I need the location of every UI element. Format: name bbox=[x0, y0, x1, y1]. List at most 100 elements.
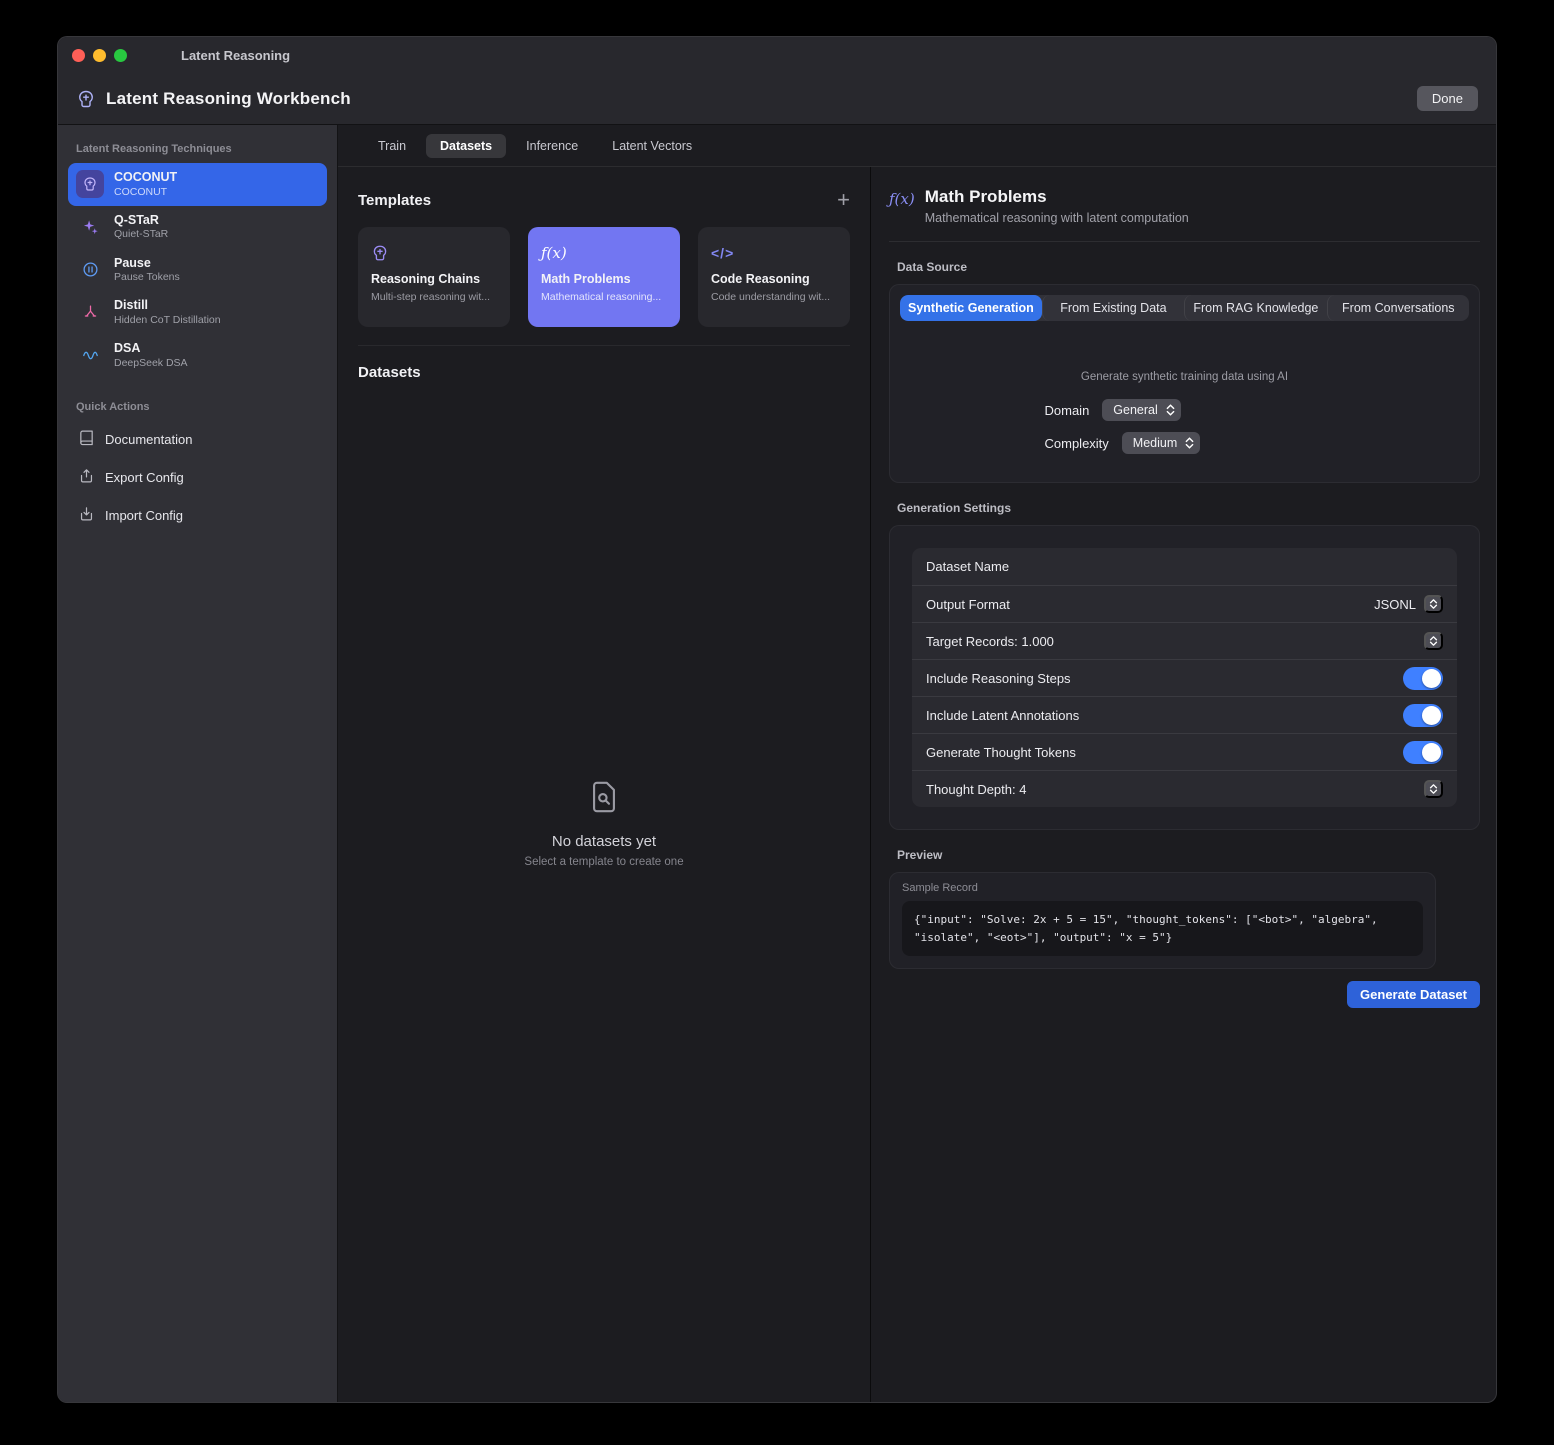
import-config-button[interactable]: Import Config bbox=[68, 497, 327, 535]
tab-latent-vectors[interactable]: Latent Vectors bbox=[598, 134, 706, 158]
preview-label: Preview bbox=[897, 848, 1480, 862]
export-icon bbox=[78, 467, 95, 489]
include-latent-annotations-toggle[interactable] bbox=[1403, 704, 1443, 727]
sidebar-item-qstar[interactable]: Q-STaR Quiet-STaR bbox=[68, 206, 327, 249]
app-header: Latent Reasoning Workbench Done bbox=[58, 73, 1496, 125]
template-card-math-problems[interactable]: ƒ(x) Math Problems Mathematical reasonin… bbox=[528, 227, 680, 327]
export-config-button[interactable]: Export Config bbox=[68, 459, 327, 497]
include-reasoning-steps-label: Include Reasoning Steps bbox=[926, 671, 1403, 686]
tab-inference[interactable]: Inference bbox=[512, 134, 592, 158]
code-icon: </> bbox=[711, 240, 837, 266]
target-records-row: Target Records: 1.000 bbox=[912, 622, 1457, 659]
output-format-label: Output Format bbox=[926, 597, 1374, 612]
target-records-label: Target Records: 1.000 bbox=[926, 634, 1424, 649]
quick-action-label: Export Config bbox=[105, 470, 184, 485]
detail-title: Math Problems bbox=[925, 187, 1189, 207]
minimize-window-button[interactable] bbox=[93, 49, 106, 62]
technique-title: DSA bbox=[114, 341, 188, 357]
technique-subtitle: Pause Tokens bbox=[114, 271, 180, 284]
sidebar-section-title: Latent Reasoning Techniques bbox=[68, 137, 327, 163]
empty-title: No datasets yet bbox=[552, 833, 656, 850]
sample-record-code: {"input": "Solve: 2x + 5 = 15", "thought… bbox=[902, 901, 1423, 956]
complexity-dropdown[interactable]: Medium bbox=[1122, 432, 1200, 454]
template-card-code-reasoning[interactable]: </> Code Reasoning Code understanding wi… bbox=[698, 227, 850, 327]
technique-title: Q-STaR bbox=[114, 213, 168, 229]
window-title: Latent Reasoning bbox=[181, 48, 290, 63]
add-template-button[interactable]: + bbox=[837, 189, 850, 211]
technique-subtitle: DeepSeek DSA bbox=[114, 357, 188, 370]
segment-from-conversations[interactable]: From Conversations bbox=[1327, 295, 1469, 321]
tab-train[interactable]: Train bbox=[364, 134, 420, 158]
include-latent-annotations-row: Include Latent Annotations bbox=[912, 696, 1457, 733]
generate-dataset-button[interactable]: Generate Dataset bbox=[1347, 981, 1480, 1008]
wave-icon bbox=[76, 341, 104, 369]
output-format-value: JSONL bbox=[1374, 597, 1416, 612]
split-icon bbox=[76, 299, 104, 327]
template-title: Math Problems bbox=[541, 272, 667, 286]
template-card-reasoning-chains[interactable]: Reasoning Chains Multi-step reasoning wi… bbox=[358, 227, 510, 327]
titlebar: Latent Reasoning bbox=[58, 37, 1496, 73]
sidebar-item-coconut[interactable]: COCONUT COCONUT bbox=[68, 163, 327, 206]
target-records-stepper[interactable] bbox=[1424, 632, 1443, 650]
quick-action-label: Import Config bbox=[105, 508, 183, 523]
include-reasoning-steps-toggle[interactable] bbox=[1403, 667, 1443, 690]
generate-thought-tokens-label: Generate Thought Tokens bbox=[926, 745, 1403, 760]
fx-icon: ƒ(x) bbox=[889, 190, 915, 208]
preview-card: Sample Record {"input": "Solve: 2x + 5 =… bbox=[889, 872, 1436, 969]
brain-icon bbox=[76, 89, 96, 109]
app-window: Latent Reasoning Latent Reasoning Workbe… bbox=[57, 36, 1497, 1403]
segment-synthetic-generation[interactable]: Synthetic Generation bbox=[900, 295, 1042, 321]
generate-thought-tokens-toggle[interactable] bbox=[1403, 741, 1443, 764]
output-format-dropdown[interactable] bbox=[1424, 595, 1443, 613]
dataset-detail-panel: ƒ(x) Math Problems Mathematical reasonin… bbox=[871, 167, 1496, 1402]
done-button[interactable]: Done bbox=[1417, 86, 1478, 111]
sidebar-item-dsa[interactable]: DSA DeepSeek DSA bbox=[68, 334, 327, 377]
domain-label: Domain bbox=[1045, 403, 1090, 418]
detail-subtitle: Mathematical reasoning with latent compu… bbox=[925, 211, 1189, 225]
complexity-label: Complexity bbox=[1045, 436, 1109, 451]
generation-settings-card: Output Format JSONL Target Records: 1.00… bbox=[889, 525, 1480, 830]
technique-title: Distill bbox=[114, 298, 221, 314]
sidebar-item-pause[interactable]: Pause Pause Tokens bbox=[68, 249, 327, 292]
empty-subtitle: Select a template to create one bbox=[524, 856, 683, 868]
templates-title: Templates bbox=[358, 192, 431, 209]
domain-dropdown[interactable]: General bbox=[1102, 399, 1180, 421]
segment-from-rag-knowledge[interactable]: From RAG Knowledge bbox=[1184, 295, 1326, 321]
sidebar-item-distill[interactable]: Distill Hidden CoT Distillation bbox=[68, 291, 327, 334]
data-source-segmented-control: Synthetic Generation From Existing Data … bbox=[900, 295, 1469, 321]
brain-icon bbox=[76, 170, 104, 198]
template-subtitle: Mathematical reasoning... bbox=[541, 291, 667, 303]
templates-panel: Templates + Reasoning C bbox=[338, 167, 871, 1402]
tabbar: Train Datasets Inference Latent Vectors bbox=[338, 125, 1496, 167]
data-source-card: Synthetic Generation From Existing Data … bbox=[889, 284, 1480, 483]
generation-settings-label: Generation Settings bbox=[897, 501, 1480, 515]
technique-subtitle: COCONUT bbox=[114, 186, 177, 199]
zoom-window-button[interactable] bbox=[114, 49, 127, 62]
import-icon bbox=[78, 505, 95, 527]
datasets-empty-state: No datasets yet Select a template to cre… bbox=[358, 381, 850, 1386]
technique-title: Pause bbox=[114, 256, 180, 272]
technique-title: COCONUT bbox=[114, 170, 177, 186]
close-window-button[interactable] bbox=[72, 49, 85, 62]
tab-datasets[interactable]: Datasets bbox=[426, 134, 506, 158]
chevron-up-down-icon bbox=[1185, 437, 1194, 449]
template-title: Code Reasoning bbox=[711, 272, 837, 286]
documentation-button[interactable]: Documentation bbox=[68, 421, 327, 459]
thought-depth-row: Thought Depth: 4 bbox=[912, 770, 1457, 807]
sample-record-label: Sample Record bbox=[902, 882, 1423, 894]
technique-subtitle: Hidden CoT Distillation bbox=[114, 314, 221, 327]
generate-thought-tokens-row: Generate Thought Tokens bbox=[912, 733, 1457, 770]
template-subtitle: Multi-step reasoning wit... bbox=[371, 291, 497, 303]
quick-action-label: Documentation bbox=[105, 432, 192, 447]
document-search-icon bbox=[587, 780, 621, 827]
sidebar: Latent Reasoning Techniques COCONUT COCO… bbox=[58, 125, 338, 1402]
segment-from-existing-data[interactable]: From Existing Data bbox=[1042, 295, 1184, 321]
thought-depth-stepper[interactable] bbox=[1424, 780, 1443, 798]
technique-subtitle: Quiet-STaR bbox=[114, 228, 168, 241]
include-reasoning-steps-row: Include Reasoning Steps bbox=[912, 659, 1457, 696]
template-title: Reasoning Chains bbox=[371, 272, 497, 286]
pause-icon bbox=[76, 256, 104, 284]
output-format-row: Output Format JSONL bbox=[912, 585, 1457, 622]
dataset-name-row bbox=[912, 548, 1457, 585]
dataset-name-field[interactable] bbox=[926, 559, 1443, 574]
